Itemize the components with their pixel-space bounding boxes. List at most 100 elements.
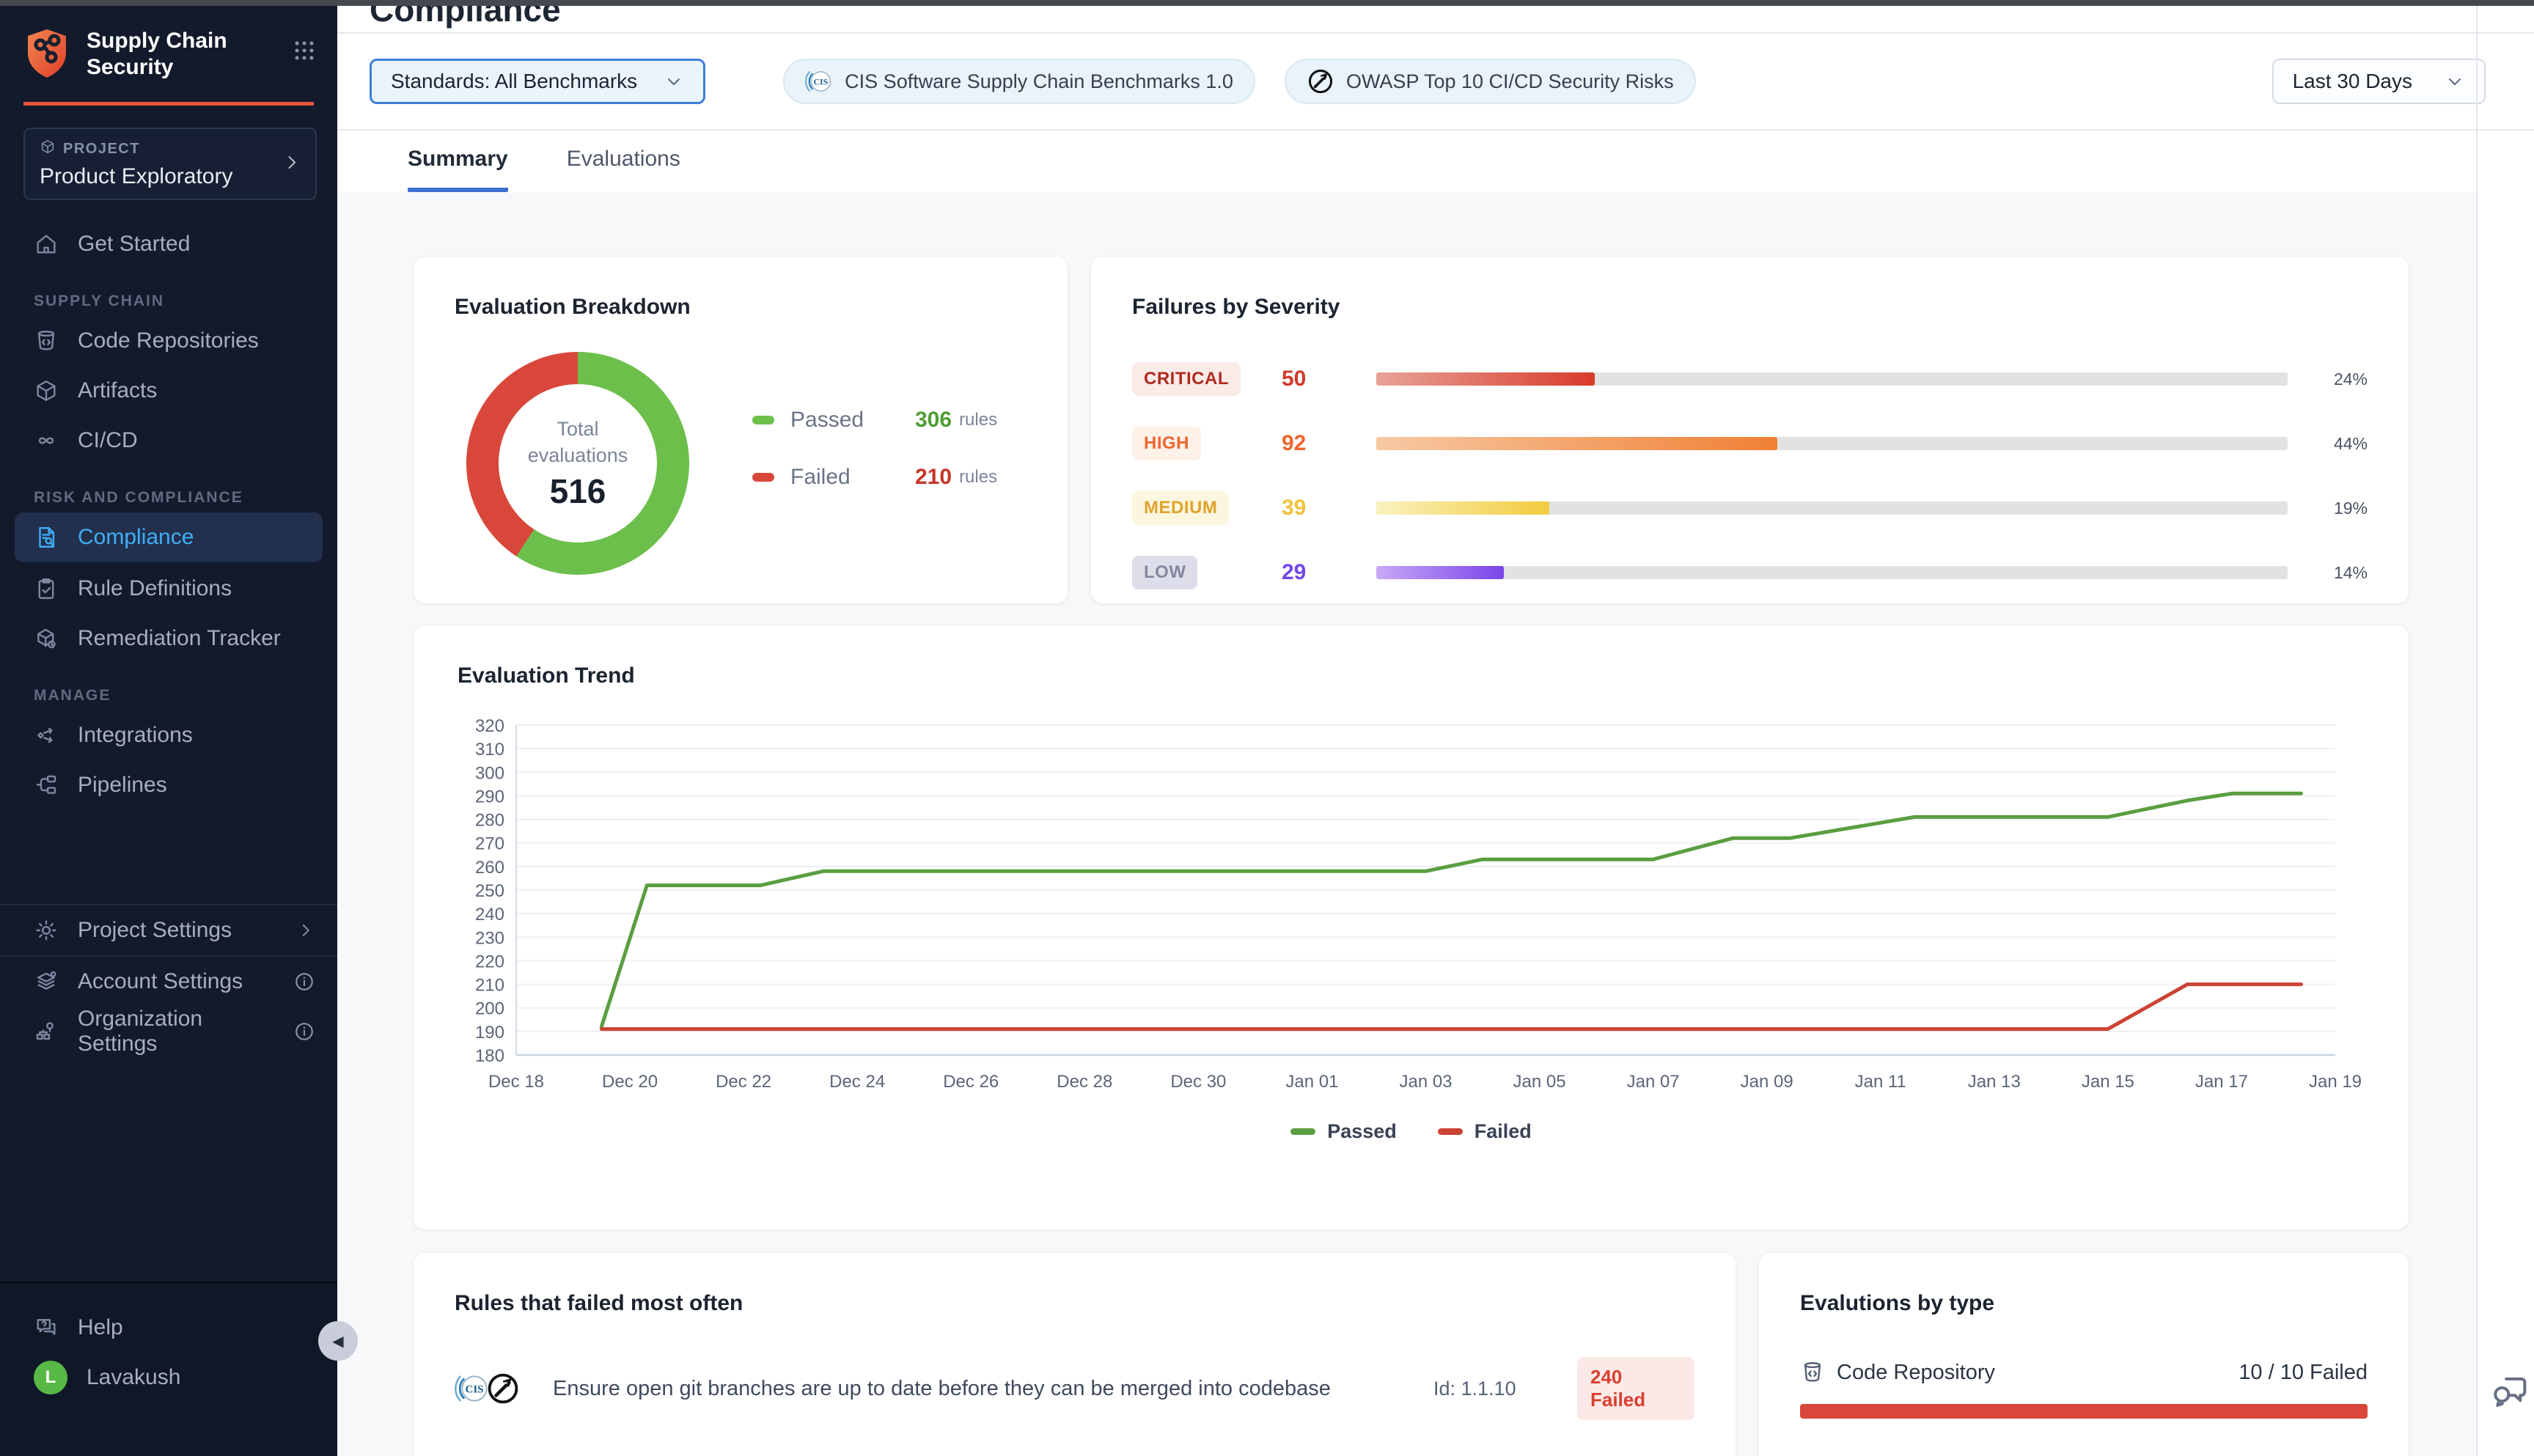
chat-help-button[interactable]	[2489, 1368, 2533, 1412]
pipelines-icon	[34, 773, 59, 798]
failures-by-severity-card: Failures by Severity CRITICAL5024%HIGH92…	[1091, 257, 2409, 603]
cis-icon: CIS	[805, 67, 833, 95]
donut-legend: Passed306rulesFailed210rules	[752, 408, 1027, 522]
sidebar-item-label: Compliance	[78, 525, 194, 550]
app-window: Supply ChainSecurity PROJECT Product Exp…	[0, 0, 2534, 1456]
svg-text:300: 300	[475, 763, 504, 783]
evaluation-trend-chart: 1801902002102202302402502602702802903003…	[458, 715, 2365, 1101]
sidebar-item-organization-settings[interactable]: Organization Settings	[0, 1007, 337, 1056]
chevron-down-icon	[664, 71, 684, 92]
rule-id: Id: 1.1.10	[1433, 1378, 1558, 1400]
svg-text:Jan 17: Jan 17	[2195, 1072, 2248, 1092]
severity-percent: 14%	[2334, 563, 2368, 583]
integrations-icon	[34, 723, 59, 748]
svg-text:210: 210	[475, 976, 504, 996]
sidebar-item-rule-definitions[interactable]: Rule Definitions	[0, 564, 337, 614]
severity-count: 92	[1282, 431, 1359, 456]
compliance-doc-icon	[34, 525, 59, 550]
sidebar-item-label: Pipelines	[78, 773, 167, 798]
severity-row-critical: CRITICAL5024%	[1132, 362, 2368, 396]
right-gutter	[2478, 192, 2534, 1456]
legend-label: Passed	[790, 408, 915, 433]
evaluation-breakdown-card: Evaluation Breakdown Total evaluations 5…	[414, 257, 1068, 603]
rules-failed-most-card: Rules that failed most often CISEnsure o…	[414, 1253, 1736, 1456]
card-title: Failures by Severity	[1132, 295, 2368, 320]
sidebar-item-account-settings[interactable]: Account Settings	[0, 957, 337, 1007]
svg-text:Dec 22: Dec 22	[716, 1072, 771, 1092]
sidebar-item-compliance[interactable]: Compliance	[15, 512, 323, 562]
svg-text:280: 280	[475, 811, 504, 831]
sidebar-item-label: Remediation Tracker	[78, 626, 281, 651]
rule-rows: CISEnsure open git branches are up to da…	[455, 1357, 1694, 1456]
evaluation-trend-card: Evaluation Trend 18019020021022023024025…	[414, 625, 2409, 1229]
rule-row[interactable]: CISEnsure open git branches are up to da…	[455, 1357, 1694, 1420]
sidebar-item-artifacts[interactable]: Artifacts	[0, 366, 337, 416]
brand-accent-rule	[23, 102, 314, 106]
sidebar-item-label: CI/CD	[78, 428, 138, 453]
project-selector[interactable]: PROJECT Product Exploratory	[23, 128, 317, 200]
svg-text:230: 230	[475, 928, 504, 948]
trend-legend-failed: Failed	[1438, 1120, 1532, 1143]
svg-text:Jan 05: Jan 05	[1513, 1072, 1566, 1092]
info-icon[interactable]	[293, 971, 315, 993]
shield-logo-icon	[23, 28, 70, 84]
svg-text:Jan 01: Jan 01	[1285, 1072, 1338, 1092]
chip-owasp-top-10-ci-cd-security-risks[interactable]: OWASP Top 10 CI/CD Security Risks	[1285, 59, 1696, 104]
sidebar-item-ci-cd[interactable]: CI/CD	[0, 416, 337, 466]
legend-suffix: rules	[959, 410, 997, 430]
help-chat-icon	[34, 1315, 59, 1340]
right-gutter-divider	[2476, 6, 2478, 1456]
sidebar-item-get-started[interactable]: Get Started	[0, 219, 337, 269]
sidebar-footer: Help L Lavakush	[0, 1282, 337, 1456]
tabs: Summary Evaluations	[337, 130, 2534, 192]
trend-legend-passed: Passed	[1290, 1120, 1397, 1143]
sidebar-collapse-button[interactable]: ◀	[318, 1321, 358, 1361]
user-name: Lavakush	[87, 1365, 180, 1390]
severity-percent: 44%	[2334, 434, 2368, 454]
sidebar-item-label: Rule Definitions	[78, 576, 232, 601]
severity-percent: 19%	[2334, 499, 2368, 518]
package-icon	[40, 139, 56, 159]
tab-evaluations[interactable]: Evaluations	[567, 147, 680, 192]
standards-select[interactable]: Standards: All Benchmarks	[370, 59, 705, 104]
sidebar-header: Supply ChainSecurity	[0, 6, 337, 84]
infinity-icon	[34, 428, 59, 453]
cube-icon	[34, 378, 59, 403]
sidebar-item-label: Code Repositories	[78, 328, 259, 353]
sidebar-nav: Get Started SUPPLY CHAIN Code Repositories…	[0, 200, 337, 810]
chip-label: CIS Software Supply Chain Benchmarks 1.0	[845, 70, 1233, 93]
sidebar-item-remediation-tracker[interactable]: Remediation Tracker	[0, 614, 337, 663]
user-menu[interactable]: L Lavakush	[0, 1350, 337, 1405]
severity-count: 29	[1282, 560, 1359, 585]
svg-text:270: 270	[475, 834, 504, 854]
severity-rows: CRITICAL5024%HIGH9244%MEDIUM3919%LOW2914…	[1132, 362, 2368, 589]
sidebar-item-pipelines[interactable]: Pipelines	[0, 760, 337, 810]
severity-bar	[1376, 566, 2288, 579]
type-rows: Code Repository10 / 10 FailedCI/CD4 / 66…	[1800, 1360, 2368, 1456]
info-icon[interactable]	[293, 1021, 315, 1043]
sidebar-item-project-settings[interactable]: Project Settings	[0, 905, 337, 955]
svg-text:Jan 03: Jan 03	[1399, 1072, 1452, 1092]
date-range-select[interactable]: Last 30 Days	[2272, 59, 2486, 104]
app-grid-icon[interactable]	[292, 38, 317, 67]
tab-summary[interactable]: Summary	[408, 147, 508, 192]
severity-count: 39	[1282, 496, 1359, 521]
evaluation-donut-chart: Total evaluations 516	[466, 352, 689, 575]
svg-text:Dec 24: Dec 24	[829, 1072, 885, 1092]
help-label: Help	[78, 1315, 123, 1340]
content-area: Evaluation Breakdown Total evaluations 5…	[337, 192, 2476, 1456]
sidebar-item-help[interactable]: Help	[0, 1306, 337, 1350]
sidebar-item-label: Integrations	[78, 723, 193, 748]
owasp-icon	[485, 1371, 521, 1406]
app-title: Supply ChainSecurity	[87, 28, 292, 81]
sidebar-section-supply-chain: SUPPLY CHAIN	[0, 293, 337, 310]
chip-cis-software-supply-chain-benchmarks-1-0[interactable]: CIS CIS Software Supply Chain Benchmarks …	[783, 59, 1255, 104]
project-label: PROJECT	[40, 139, 301, 159]
svg-text:Jan 09: Jan 09	[1741, 1072, 1793, 1092]
sidebar-item-integrations[interactable]: Integrations	[0, 710, 337, 760]
rule-text: Ensure open git branches are up to date …	[553, 1377, 1414, 1401]
sidebar-item-code-repositories[interactable]: Code Repositories	[0, 316, 337, 366]
evaluations-by-type-card: Evalutions by type Code Repository10 / 1…	[1759, 1253, 2409, 1456]
layers-icon	[34, 969, 59, 994]
repo-icon	[34, 328, 59, 353]
